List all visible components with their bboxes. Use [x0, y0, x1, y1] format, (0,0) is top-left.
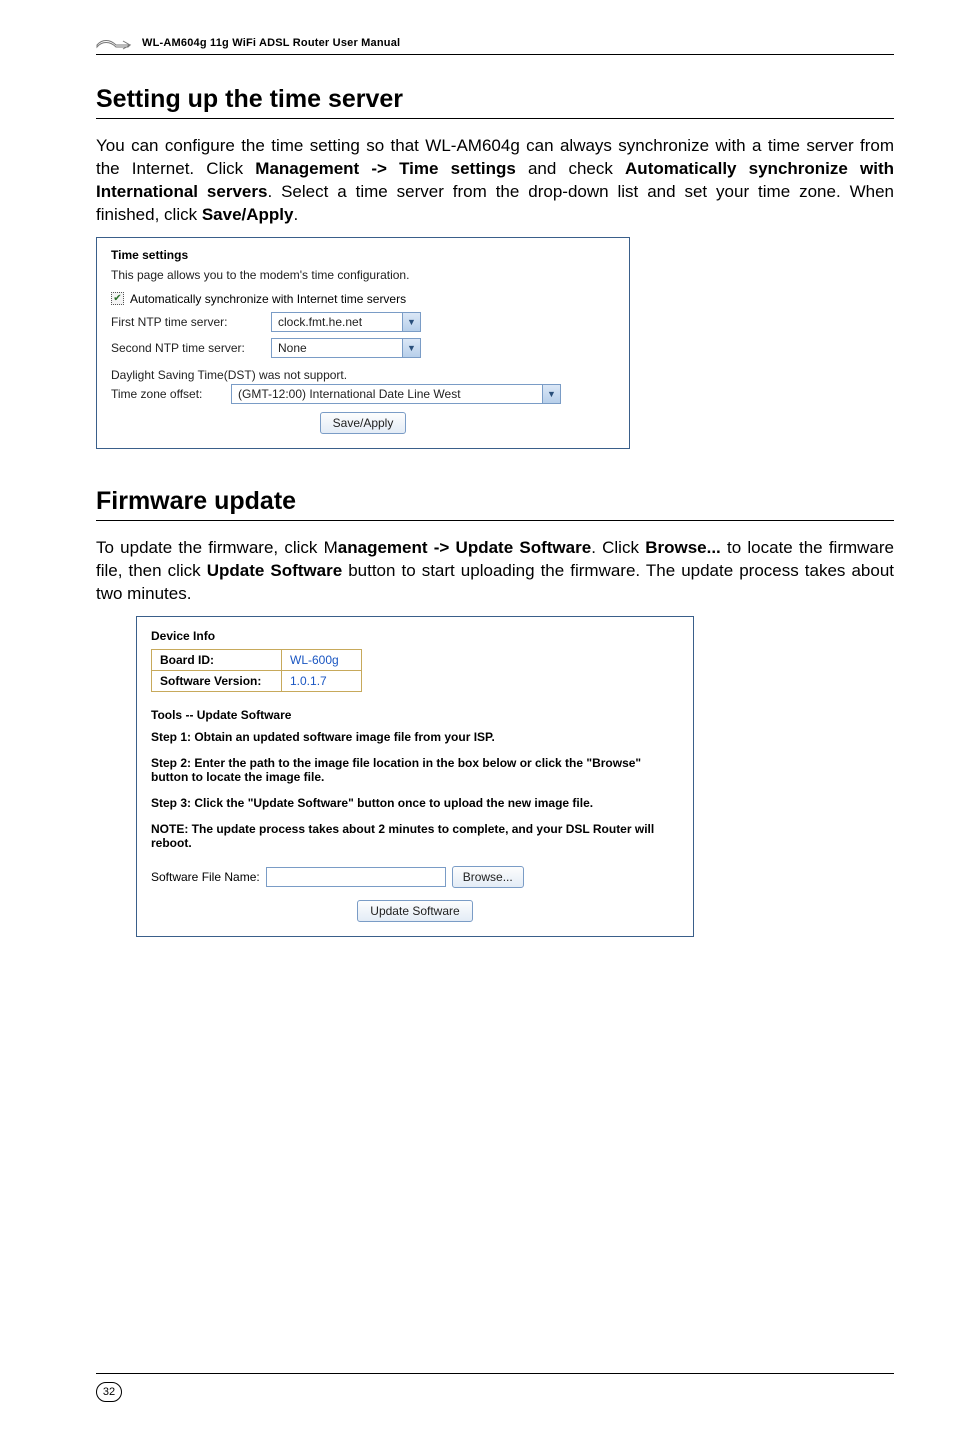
- board-id-value: WL-600g: [282, 649, 362, 670]
- save-apply-button[interactable]: Save/Apply: [320, 412, 407, 434]
- header-rule: [96, 54, 894, 55]
- auto-sync-row: ✔ Automatically synchronize with Interne…: [111, 292, 615, 306]
- sw-version-label: Software Version:: [152, 670, 282, 691]
- footer-rule: [96, 1373, 894, 1374]
- table-row: Software Version: 1.0.1.7: [152, 670, 362, 691]
- auto-sync-checkbox[interactable]: ✔: [111, 292, 124, 305]
- ntp1-value: clock.fmt.he.net: [272, 315, 402, 329]
- device-info-table: Board ID: WL-600g Software Version: 1.0.…: [151, 649, 362, 692]
- update-software-panel: Device Info Board ID: WL-600g Software V…: [136, 616, 694, 937]
- header-title: WL-AM604g 11g WiFi ADSL Router User Manu…: [142, 37, 400, 49]
- software-file-input[interactable]: [266, 867, 446, 887]
- ntp1-label: First NTP time server:: [111, 315, 271, 329]
- paragraph-firmware: To update the firmware, click Management…: [96, 537, 894, 606]
- chevron-down-icon: ▼: [402, 313, 420, 331]
- ntp2-value: None: [272, 341, 402, 355]
- update-note: NOTE: The update process takes about 2 m…: [151, 822, 679, 850]
- heading-time-server: Setting up the time server: [96, 85, 894, 119]
- update-step-3: Step 3: Click the "Update Software" butt…: [151, 796, 679, 810]
- update-step-1: Step 1: Obtain an updated software image…: [151, 730, 679, 744]
- time-panel-desc: This page allows you to the modem's time…: [111, 268, 615, 282]
- table-row: Board ID: WL-600g: [152, 649, 362, 670]
- tz-label: Time zone offset:: [111, 387, 231, 401]
- chevron-down-icon: ▼: [542, 385, 560, 403]
- dst-note: Daylight Saving Time(DST) was not suppor…: [111, 368, 615, 382]
- device-info-title: Device Info: [151, 629, 679, 643]
- ntp2-select[interactable]: None ▼: [271, 338, 421, 358]
- tz-value: (GMT-12:00) International Date Line West: [232, 387, 542, 401]
- board-id-label: Board ID:: [152, 649, 282, 670]
- browse-button[interactable]: Browse...: [452, 866, 524, 888]
- time-settings-panel: Time settings This page allows you to th…: [96, 237, 630, 449]
- update-step-2: Step 2: Enter the path to the image file…: [151, 756, 679, 784]
- file-label: Software File Name:: [151, 870, 260, 884]
- sw-version-value: 1.0.1.7: [282, 670, 362, 691]
- chevron-down-icon: ▼: [402, 339, 420, 357]
- ntp1-select[interactable]: clock.fmt.he.net ▼: [271, 312, 421, 332]
- page-number: 32: [96, 1382, 122, 1402]
- heading-firmware-update: Firmware update: [96, 487, 894, 521]
- auto-sync-label: Automatically synchronize with Internet …: [130, 292, 406, 306]
- tools-title: Tools -- Update Software: [151, 708, 679, 722]
- header-icon: [96, 36, 132, 50]
- update-software-button[interactable]: Update Software: [357, 900, 472, 922]
- paragraph-time: You can configure the time setting so th…: [96, 135, 894, 227]
- tz-select[interactable]: (GMT-12:00) International Date Line West…: [231, 384, 561, 404]
- manual-header: WL-AM604g 11g WiFi ADSL Router User Manu…: [96, 36, 894, 52]
- ntp2-label: Second NTP time server:: [111, 341, 271, 355]
- time-panel-title: Time settings: [111, 248, 615, 262]
